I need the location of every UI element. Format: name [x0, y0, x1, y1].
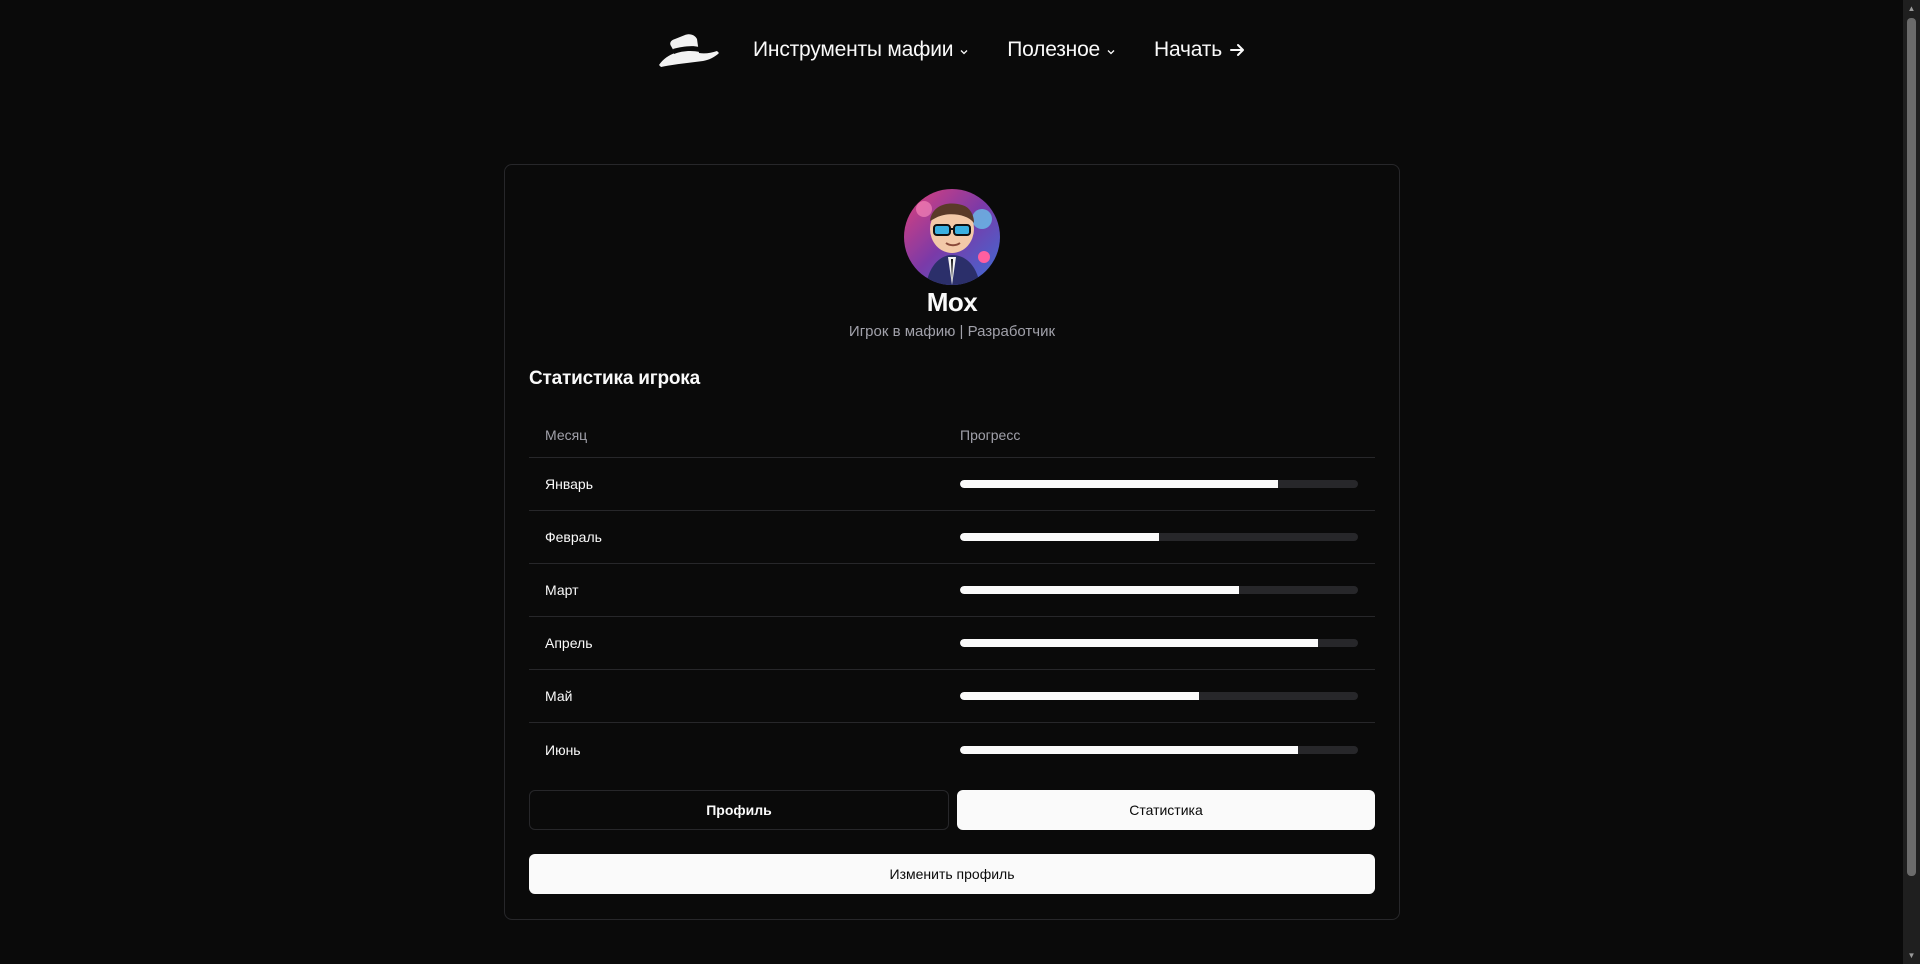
progress-track: [960, 639, 1358, 647]
table-row: Июнь: [529, 723, 1375, 776]
scrollbar-thumb[interactable]: [1907, 18, 1916, 876]
table-header: Месяц Прогресс: [529, 412, 1375, 458]
stats-table: Месяц Прогресс Январь Февраль Март Апрель Ма…: [529, 412, 1375, 776]
main-nav: Инструменты мафии Полезное Начать: [657, 27, 1246, 73]
profile-name: Mox: [926, 287, 978, 317]
row-month: Июнь: [545, 741, 581, 758]
tab-switcher: Профиль Статистика: [529, 790, 1375, 830]
table-row: Апрель: [529, 617, 1375, 670]
progress-fill: [960, 480, 1279, 488]
scroll-down-icon[interactable]: ▼: [1907, 951, 1916, 960]
progress-track: [960, 745, 1358, 754]
nav-useful-label: Полезное: [1007, 38, 1101, 61]
nav-mafia-tools-label: Инструменты мафии: [753, 38, 954, 61]
progress-fill: [960, 586, 1239, 594]
tab-profile[interactable]: Профиль: [529, 790, 949, 830]
mafia-hat-logo[interactable]: [657, 27, 723, 73]
progress-fill: [960, 692, 1199, 700]
edit-profile-button[interactable]: Изменить профиль: [529, 854, 1375, 894]
progress-track: [960, 533, 1358, 541]
profile-role: Игрок в мафию | Разработчик: [848, 323, 1056, 340]
row-month: Февраль: [545, 529, 602, 545]
tab-statistics[interactable]: Статистика: [957, 790, 1375, 830]
nav-useful[interactable]: Полезное: [1007, 38, 1116, 62]
nav-mafia-tools[interactable]: Инструменты мафии: [753, 38, 969, 62]
row-progress: [960, 745, 1375, 754]
row-month: Март: [545, 582, 579, 598]
row-progress: [960, 480, 1375, 488]
progress-fill: [960, 639, 1319, 647]
avatar: [904, 189, 1000, 285]
column-month: Месяц: [545, 426, 588, 443]
page-scrollbar[interactable]: ▲ ▼: [1903, 0, 1920, 964]
table-row: Март: [529, 564, 1375, 617]
progress-fill: [960, 745, 1299, 754]
row-progress: [960, 586, 1375, 594]
row-month: Май: [545, 688, 573, 704]
nav-start-label: Начать: [1154, 38, 1222, 61]
progress-track: [960, 480, 1358, 488]
row-month: Январь: [545, 476, 593, 492]
nav-start[interactable]: Начать: [1154, 38, 1246, 62]
progress-track: [960, 586, 1358, 594]
chevron-down-icon: [1107, 49, 1115, 54]
table-row: Январь: [529, 458, 1375, 511]
table-row: Февраль: [529, 511, 1375, 564]
chevron-down-icon: [960, 49, 968, 54]
profile-card: Mox Игрок в мафию | Разработчик Статисти…: [504, 164, 1400, 920]
row-progress: [960, 692, 1375, 700]
progress-track: [960, 692, 1358, 700]
row-progress: [960, 639, 1375, 647]
arrow-right-icon: [1229, 44, 1244, 56]
scroll-up-icon[interactable]: ▲: [1907, 4, 1916, 13]
column-progress: Прогресс: [960, 426, 1021, 443]
row-progress: [960, 533, 1375, 541]
table-row: Май: [529, 670, 1375, 723]
stats-title: Статистика игрока: [529, 368, 700, 389]
progress-fill: [960, 533, 1159, 541]
site-header: Инструменты мафии Полезное Начать: [0, 0, 1903, 100]
row-month: Апрель: [545, 635, 593, 651]
